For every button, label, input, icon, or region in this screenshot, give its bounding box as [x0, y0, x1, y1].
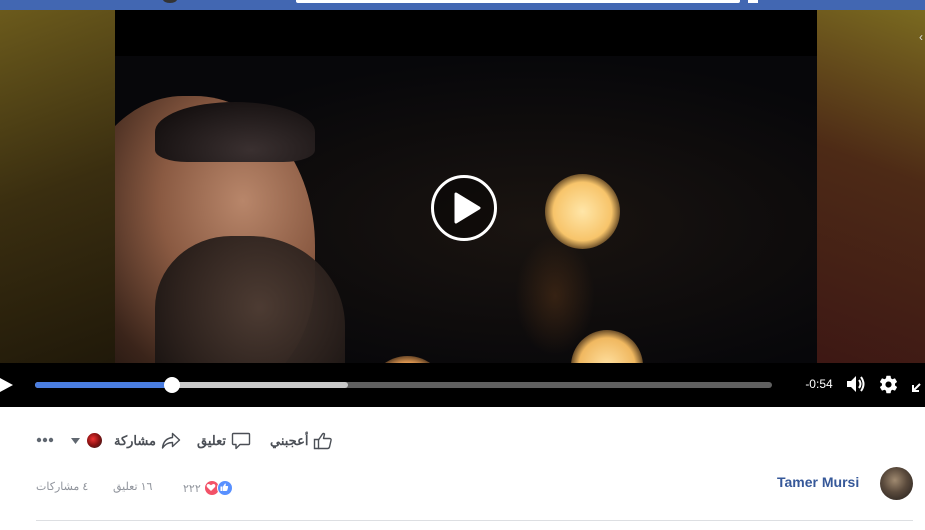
share-audience-avatar[interactable] — [87, 433, 102, 448]
profile-avatar[interactable] — [163, 0, 177, 3]
post-actions-area: أعجبني تعليق مشاركة ٤ مشاركات ١٦ تعليق ٢… — [0, 407, 925, 530]
caret-down-icon[interactable] — [71, 438, 80, 444]
blurred-background-right: ‹ — [817, 10, 925, 407]
beard-shape — [155, 236, 345, 363]
volume-icon[interactable] — [845, 374, 867, 394]
blurred-background-left — [0, 10, 115, 407]
like-button[interactable]: أعجبني — [270, 431, 333, 451]
reactions-count: ٢٢٢ — [183, 482, 201, 495]
play-icon[interactable] — [0, 377, 16, 393]
comments-count[interactable]: ١٦ تعليق — [113, 480, 152, 493]
thumbs-up-icon — [314, 432, 333, 450]
reactions-summary[interactable]: ٢٢٢ — [183, 480, 233, 496]
comment-icon — [231, 432, 251, 450]
shares-count[interactable]: ٤ مشاركات — [36, 480, 88, 493]
comment-button[interactable]: تعليق — [197, 431, 251, 451]
more-dots-icon[interactable] — [36, 437, 54, 443]
progress-bar[interactable] — [35, 377, 772, 393]
share-label: مشاركة — [114, 433, 156, 448]
like-reaction-icon — [216, 480, 233, 496]
video-player[interactable]: ‹ -0:54 — [0, 10, 925, 407]
fullscreen-icon[interactable] — [912, 376, 925, 392]
play-icon — [454, 192, 481, 224]
player-controls: -0:54 — [0, 363, 925, 407]
played-range — [35, 382, 173, 388]
divider — [36, 520, 913, 521]
like-label: أعجبني — [270, 433, 309, 448]
play-button[interactable] — [431, 175, 497, 241]
chevron-left-icon[interactable]: ‹ — [919, 30, 923, 44]
bokeh-light — [545, 174, 620, 249]
letterbox-band — [115, 10, 817, 56]
share-button[interactable]: مشاركة — [114, 431, 181, 451]
author-avatar[interactable] — [880, 467, 913, 500]
scrubber-handle[interactable] — [164, 377, 181, 393]
time-remaining: -0:54 — [805, 377, 833, 391]
reaction-icons — [203, 480, 233, 496]
gear-icon[interactable] — [878, 374, 899, 395]
hair-shape — [155, 102, 315, 162]
bokeh-light — [370, 356, 445, 363]
nav-icon[interactable] — [748, 0, 758, 3]
share-arrow-icon — [161, 432, 181, 449]
comment-label: تعليق — [197, 433, 226, 448]
search-bar[interactable] — [296, 0, 740, 3]
top-navigation-bar — [0, 0, 925, 10]
post-author-name[interactable]: Tamer Mursi — [777, 474, 859, 490]
